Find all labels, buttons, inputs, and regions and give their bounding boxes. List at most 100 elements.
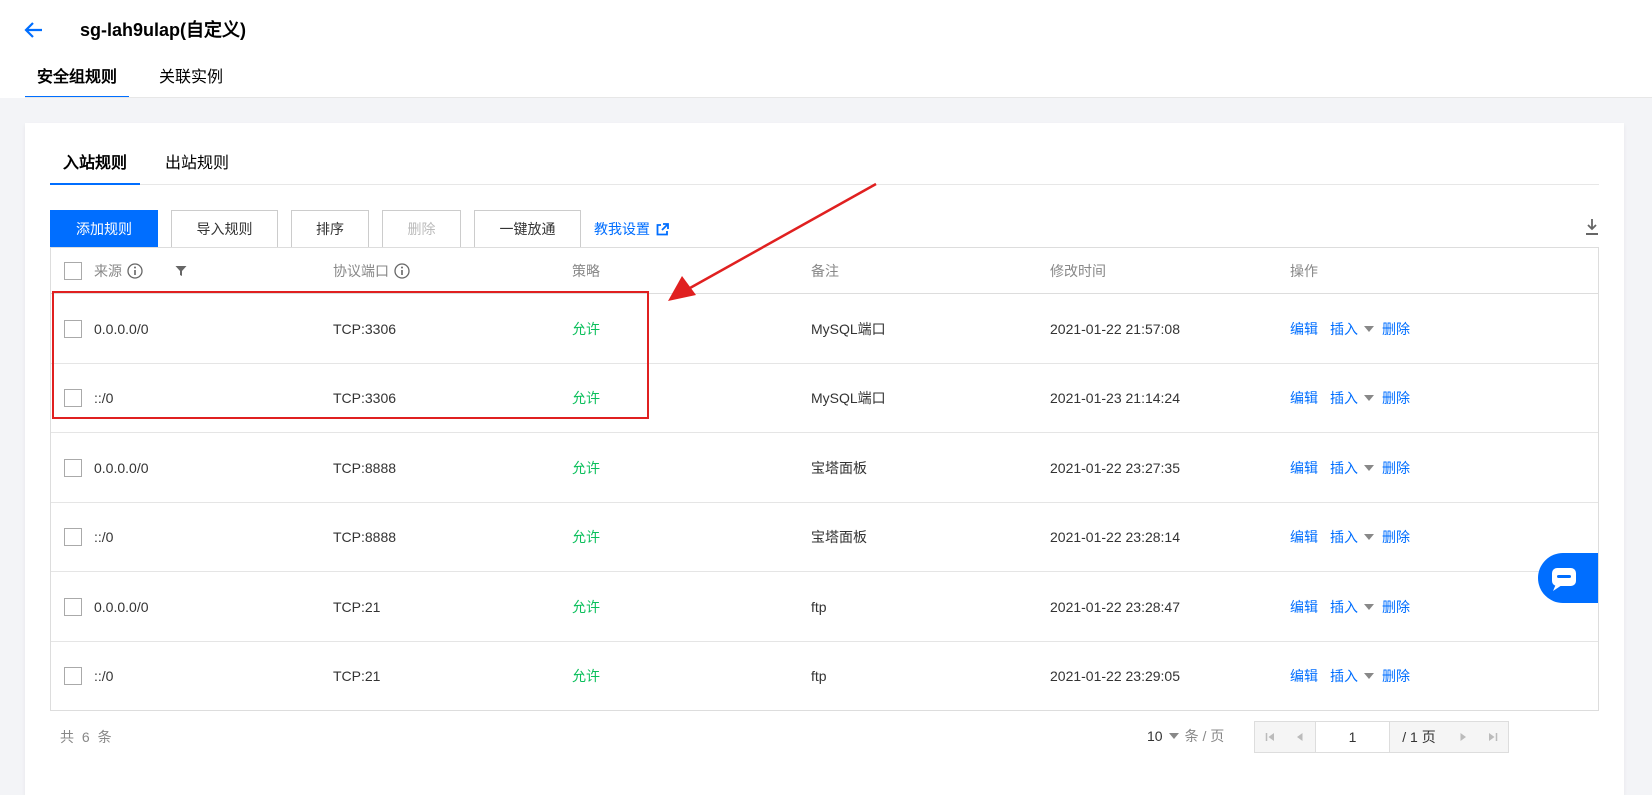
row-policy: 允许 [572,668,600,684]
help-link-label: 教我设置 [594,221,650,237]
edit-link[interactable]: 编辑 [1290,388,1318,408]
page-number-input[interactable]: 1 [1315,722,1390,752]
insert-dropdown-icon[interactable] [1364,395,1374,401]
next-page-button[interactable] [1448,722,1478,752]
insert-dropdown-icon[interactable] [1364,673,1374,679]
filter-icon[interactable] [175,265,187,277]
insert-link[interactable]: 插入 [1330,458,1358,478]
row-actions: 编辑 插入 删除 [1290,364,1422,433]
tab-outbound-rules[interactable]: 出站规则 [152,149,242,185]
delete-link[interactable]: 删除 [1382,458,1410,478]
delete-link[interactable]: 删除 [1382,388,1410,408]
row-protocol-port: TCP:21 [333,668,381,684]
chat-float-button[interactable] [1538,553,1598,603]
pager: 1 / 1 页 [1254,721,1509,753]
pagination-bar: 共 6 条 10 条 / 页 1 / 1 页 [50,721,1599,755]
add-rule-button[interactable]: 添加规则 [50,210,158,248]
chevron-down-icon [1168,733,1179,739]
help-link[interactable]: 教我设置 [594,219,669,239]
column-modified-time: 修改时间 [1050,263,1106,279]
edit-link[interactable]: 编辑 [1290,666,1318,686]
open-all-button[interactable]: 一键放通 [474,210,581,248]
total-count: 共 6 条 [60,729,114,745]
table-row: 0.0.0.0/0 TCP:21 允许 ftp 2021-01-22 23:28… [51,572,1598,642]
row-note: ftp [811,598,827,615]
row-actions: 编辑 插入 删除 [1290,433,1422,502]
row-source: 0.0.0.0/0 [94,459,149,476]
back-arrow-icon[interactable] [22,18,46,42]
delete-link[interactable]: 删除 [1382,666,1410,686]
row-protocol-port: TCP:3306 [333,320,397,337]
tab-inbound-rules[interactable]: 入站规则 [50,149,141,185]
info-icon[interactable] [394,263,410,279]
row-protocol-port: TCP:8888 [333,529,397,545]
next-page-icon [1460,733,1466,741]
prev-page-icon [1297,733,1303,741]
row-policy: 允许 [572,598,600,615]
row-source: 0.0.0.0/0 [94,598,149,615]
column-protocol-port-label: 协议端口 [333,263,389,279]
per-page-label: 条 / 页 [1184,728,1225,744]
select-all-checkbox[interactable] [64,262,82,280]
row-policy: 允许 [572,529,600,545]
import-rules-button[interactable]: 导入规则 [171,210,278,248]
insert-dropdown-icon[interactable] [1364,603,1374,610]
edit-link[interactable]: 编辑 [1290,597,1318,617]
insert-link[interactable]: 插入 [1330,597,1358,617]
page-title: sg-lah9ulap(自定义) [80,20,247,40]
last-page-button[interactable] [1478,722,1508,752]
edit-link[interactable]: 编辑 [1290,458,1318,478]
row-note: MySQL端口 [811,320,886,337]
row-source: ::/0 [94,529,114,545]
sort-button[interactable]: 排序 [291,210,369,248]
row-modified-time: 2021-01-23 21:14:24 [1050,390,1180,406]
edit-link[interactable]: 编辑 [1290,319,1318,339]
divider [25,97,1652,98]
row-protocol-port: TCP:8888 [333,459,397,476]
row-modified-time: 2021-01-22 23:28:47 [1050,598,1180,615]
page-size-select[interactable]: 10 条 / 页 [1147,726,1224,746]
download-icon[interactable] [1584,218,1600,236]
row-checkbox[interactable] [64,389,82,407]
row-modified-time: 2021-01-22 23:29:05 [1050,668,1180,684]
row-checkbox[interactable] [64,597,82,616]
insert-dropdown-icon[interactable] [1364,534,1374,540]
row-actions: 编辑 插入 删除 [1290,572,1422,641]
row-checkbox[interactable] [64,528,82,546]
row-policy: 允许 [572,320,600,337]
row-note: 宝塔面板 [811,459,867,476]
table-body: 0.0.0.0/0 TCP:3306 允许 MySQL端口 2021-01-22… [51,294,1598,711]
info-icon[interactable] [127,263,143,279]
tab-security-group-rules[interactable]: 安全组规则 [25,64,130,98]
column-policy: 策略 [572,263,600,279]
table-row: ::/0 TCP:21 允许 ftp 2021-01-22 23:29:05 编… [51,642,1598,712]
row-checkbox[interactable] [64,319,82,338]
insert-dropdown-icon[interactable] [1364,464,1374,471]
row-source: ::/0 [94,390,114,406]
row-checkbox[interactable] [64,458,82,477]
total-pages: / 1 页 [1402,729,1436,745]
delete-link[interactable]: 删除 [1382,597,1410,617]
delete-link[interactable]: 删除 [1382,319,1410,339]
insert-link[interactable]: 插入 [1330,666,1358,686]
delete-link[interactable]: 删除 [1382,527,1410,547]
delete-button[interactable]: 删除 [382,210,461,248]
row-modified-time: 2021-01-22 23:28:14 [1050,529,1180,545]
table-row: 0.0.0.0/0 TCP:3306 允许 MySQL端口 2021-01-22… [51,294,1598,364]
column-note: 备注 [811,263,839,279]
insert-link[interactable]: 插入 [1330,388,1358,408]
edit-link[interactable]: 编辑 [1290,527,1318,547]
row-actions: 编辑 插入 删除 [1290,642,1422,711]
prev-page-button[interactable] [1285,722,1315,752]
row-modified-time: 2021-01-22 23:27:35 [1050,459,1180,476]
first-page-button[interactable] [1255,722,1285,752]
row-policy: 允许 [572,390,600,406]
insert-link[interactable]: 插入 [1330,527,1358,547]
page-size-value: 10 [1147,728,1163,744]
table-header: 来源 协议端口 策略 备注 修改时间 操作 [51,248,1598,294]
insert-dropdown-icon[interactable] [1364,325,1374,332]
tab-associated-instances[interactable]: 关联实例 [147,64,235,98]
table-row: 0.0.0.0/0 TCP:8888 允许 宝塔面板 2021-01-22 23… [51,433,1598,503]
insert-link[interactable]: 插入 [1330,319,1358,339]
row-checkbox[interactable] [64,667,82,685]
